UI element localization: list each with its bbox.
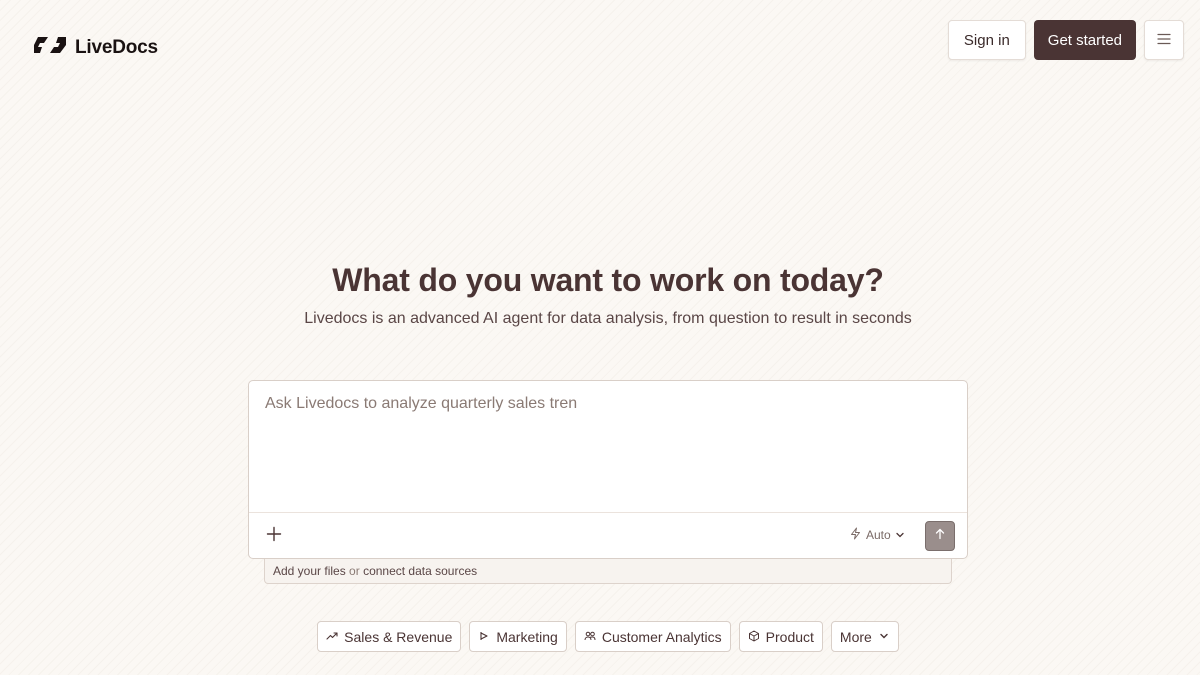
prompt-divider <box>249 512 967 513</box>
page-title: What do you want to work on today? <box>332 262 884 298</box>
send-button[interactable] <box>925 521 955 551</box>
arrow-up-icon <box>934 527 946 545</box>
trend-up-icon <box>326 629 338 645</box>
chip-customer-analytics[interactable]: Customer Analytics <box>574 621 731 652</box>
brand-name: LiveDocs <box>75 36 158 58</box>
users-icon <box>584 629 596 645</box>
file-bar: Add your files or connect data sources <box>264 559 952 584</box>
file-bar-or: or <box>349 564 360 578</box>
box-icon <box>748 629 760 645</box>
chip-label: More <box>839 628 872 645</box>
page-subtitle: Livedocs is an advanced AI agent for dat… <box>304 310 912 327</box>
menu-button[interactable] <box>1144 20 1184 60</box>
chip-label: Sales & Revenue <box>344 628 453 645</box>
brand-logo[interactable]: LiveDocs <box>33 34 158 61</box>
chevron-down-icon <box>878 629 890 645</box>
prompt-box: Auto <box>248 380 968 559</box>
hamburger-menu-icon <box>1157 33 1171 48</box>
chevron-down-icon <box>895 528 905 542</box>
megaphone-icon <box>478 629 490 645</box>
prompt-input[interactable] <box>265 395 953 491</box>
livedocs-logo-icon <box>33 34 67 61</box>
mode-select[interactable]: Auto <box>849 527 905 543</box>
chip-marketing[interactable]: Marketing <box>469 621 567 652</box>
chip-label: Product <box>765 628 814 645</box>
add-files-link[interactable]: Add your files <box>273 564 346 578</box>
chip-product[interactable]: Product <box>738 621 823 652</box>
plus-icon <box>266 526 282 547</box>
mode-label: Auto <box>866 528 891 542</box>
chip-label: Customer Analytics <box>601 628 722 645</box>
sign-in-button[interactable]: Sign in <box>947 20 1026 60</box>
get-started-button[interactable]: Get started <box>1033 20 1136 60</box>
chip-sales-revenue[interactable]: Sales & Revenue <box>317 621 462 652</box>
chip-label: Marketing <box>496 628 558 645</box>
lightning-icon <box>849 527 862 543</box>
header-actions: Sign in Get started <box>947 20 1184 60</box>
category-chips: Sales & Revenue Marketing Customer Analy… <box>0 621 1200 652</box>
connect-sources-link[interactable]: connect data sources <box>363 564 477 578</box>
chip-more[interactable]: More <box>830 621 899 652</box>
add-attachment-button[interactable] <box>263 525 285 547</box>
